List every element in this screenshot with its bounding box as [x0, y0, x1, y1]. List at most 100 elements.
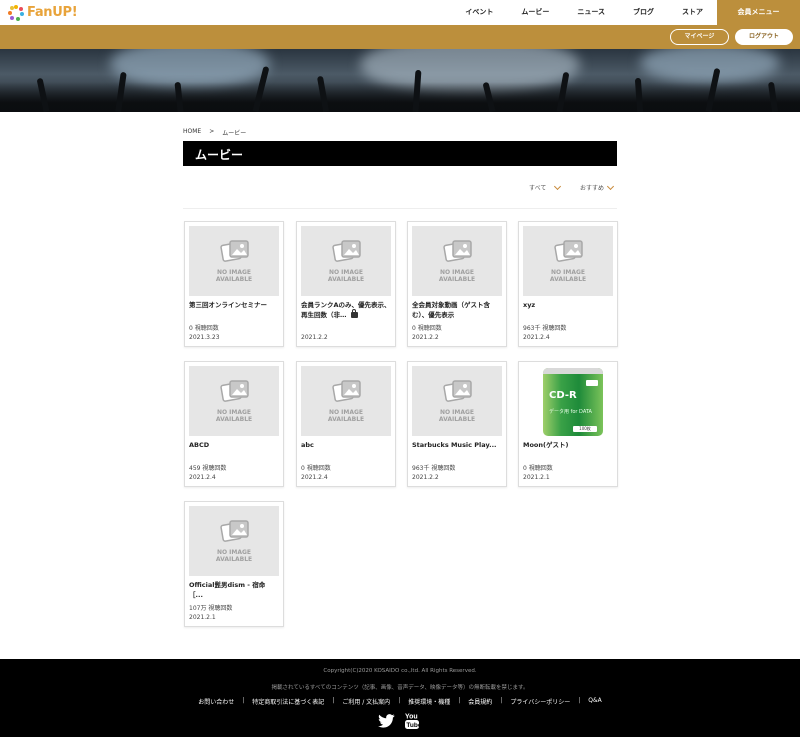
- movie-thumbnail: CD-R データ用 for DATA 100枚: [523, 366, 613, 436]
- movie-views: 0 視聴回数: [412, 325, 442, 332]
- mypage-button[interactable]: マイページ: [670, 29, 729, 45]
- footer-link-qa[interactable]: Q&A: [588, 697, 602, 706]
- no-image-line1: NO IMAGE: [216, 269, 252, 276]
- movie-thumbnail: NO IMAGE AVAILABLE: [412, 226, 502, 296]
- no-image-line2: AVAILABLE: [438, 416, 476, 423]
- movie-date: 2021.2.4: [189, 474, 216, 481]
- movie-date: 2021.2.1: [189, 614, 216, 621]
- footer-link-terms[interactable]: 会員規約: [468, 697, 492, 706]
- movie-date: 2021.3.23: [189, 334, 220, 341]
- footer-link-separator: |: [398, 697, 401, 704]
- movie-card[interactable]: NO IMAGE AVAILABLE 会員ランクAのみ、優先表示、再生回数（非… 20…: [296, 221, 396, 347]
- no-image-line1: NO IMAGE: [550, 269, 586, 276]
- movie-thumbnail: NO IMAGE AVAILABLE: [412, 366, 502, 436]
- nav-item-news[interactable]: ニュース: [563, 0, 619, 25]
- no-image-text: NO IMAGE AVAILABLE: [523, 269, 613, 283]
- no-image-line2: AVAILABLE: [215, 416, 253, 423]
- no-image-line2: AVAILABLE: [327, 416, 365, 423]
- svg-text:Tube: Tube: [406, 722, 419, 729]
- movie-views: 107万 視聴回数: [189, 605, 233, 612]
- main-nav: イベント ムービー ニュース ブログ ストア 会員メニュー: [451, 0, 800, 25]
- footer-link-privacy[interactable]: プライバシーポリシー: [510, 697, 570, 706]
- no-image-line2: AVAILABLE: [327, 276, 365, 283]
- movie-title-text: xyz: [523, 301, 536, 309]
- footer-link-guide[interactable]: ご利用 / 文払案内: [342, 697, 390, 706]
- no-image-icon: [554, 240, 583, 262]
- movie-views: 0 視聴回数: [523, 465, 553, 472]
- youtube-icon[interactable]: You Tube: [405, 712, 419, 729]
- cdr-text: データ用 for DATA: [549, 409, 592, 415]
- movie-title: Starbucks Music Play...: [412, 440, 502, 450]
- movie-title-text: Starbucks Music Play...: [412, 441, 497, 449]
- movie-card[interactable]: NO IMAGE AVAILABLE 第三回オンラインセミナー 0 視聴回数 2021.…: [184, 221, 284, 347]
- movie-title: Official髭男dism - 宿命［...: [189, 580, 279, 600]
- movie-date: 2021.2.2: [301, 334, 328, 341]
- breadcrumb-home[interactable]: HOME: [183, 128, 201, 137]
- movie-card[interactable]: CD-R データ用 for DATA 100枚 Moon(ゲスト) 0 視聴回数 2021…: [518, 361, 618, 487]
- cdr-product-image: CD-R データ用 for DATA 100枚: [543, 368, 603, 436]
- category-filter[interactable]: すべて: [529, 182, 562, 192]
- social-links: You Tube: [378, 712, 419, 729]
- movie-card[interactable]: NO IMAGE AVAILABLE 全会員対象動画（ゲスト含む）、優先表示 0 視聴…: [407, 221, 507, 347]
- footer-links: お問い合わせ | 特定商取引法に基づく表記 | ご利用 / 文払案内 | 推奨環…: [0, 697, 800, 706]
- movie-title-text: Moon(ゲスト): [523, 441, 569, 449]
- footer-link-separator: |: [242, 697, 245, 704]
- movie-title-text: Official髭男dism - 宿命［...: [189, 581, 266, 599]
- logo[interactable]: FanUP!: [8, 4, 78, 21]
- movie-views: 0 視聴回数: [301, 465, 331, 472]
- movie-title-text: abc: [301, 441, 314, 449]
- no-image-text: NO IMAGE AVAILABLE: [189, 549, 279, 563]
- copyright: Copyright(C)2020 KOSAIDO co.,ltd. All Ri…: [323, 668, 477, 674]
- movie-thumbnail: NO IMAGE AVAILABLE: [189, 366, 279, 436]
- movie-thumbnail: NO IMAGE AVAILABLE: [189, 506, 279, 576]
- movie-title-text: 全会員対象動画（ゲスト含む）、優先表示: [412, 301, 490, 319]
- movie-card[interactable]: NO IMAGE AVAILABLE xyz 963千 視聴回数 2021.2.4: [518, 221, 618, 347]
- footer-link-separator: |: [500, 697, 503, 704]
- sort-filter[interactable]: おすすめ: [580, 182, 615, 192]
- movie-title: ABCD: [189, 440, 279, 450]
- footer-link-tokushoho[interactable]: 特定商取引法に基づく表記: [252, 697, 324, 706]
- no-image-line1: NO IMAGE: [328, 409, 364, 416]
- svg-text:You: You: [405, 714, 418, 721]
- no-image-line2: AVAILABLE: [215, 556, 253, 563]
- logo-mark-icon: [8, 4, 24, 21]
- copyright-notice: 掲載されているすべてのコンテンツ（記事、画像、音声データ、映像データ等）の無断転…: [271, 685, 529, 691]
- no-image-line1: NO IMAGE: [439, 409, 475, 416]
- movie-card[interactable]: NO IMAGE AVAILABLE abc 0 視聴回数 2021.2.4: [296, 361, 396, 487]
- movie-title-text: 第三回オンラインセミナー: [189, 301, 267, 309]
- movie-date: 2021.2.1: [523, 474, 550, 481]
- no-image-text: NO IMAGE AVAILABLE: [301, 269, 391, 283]
- movie-views: 459 視聴回数: [189, 465, 227, 472]
- nav-item-blog[interactable]: ブログ: [619, 0, 668, 25]
- movie-card[interactable]: NO IMAGE AVAILABLE ABCD 459 視聴回数 2021.2.4: [184, 361, 284, 487]
- page-title-bar: ムービー: [183, 141, 617, 166]
- movie-title: abc: [301, 440, 391, 450]
- movie-title: 会員ランクAのみ、優先表示、再生回数（非…: [301, 300, 391, 320]
- no-image-line2: AVAILABLE: [438, 276, 476, 283]
- nav-item-movie[interactable]: ムービー: [507, 0, 563, 25]
- movie-card[interactable]: NO IMAGE AVAILABLE Starbucks Music Play...…: [407, 361, 507, 487]
- movie-date: 2021.2.2: [412, 334, 439, 341]
- footer-link-contact[interactable]: お問い合わせ: [198, 697, 234, 706]
- member-subbar: マイページ ログアウト: [0, 25, 800, 49]
- lock-icon: [350, 309, 358, 318]
- no-image-text: NO IMAGE AVAILABLE: [189, 269, 279, 283]
- member-menu-button[interactable]: 会員メニュー: [717, 0, 800, 25]
- movie-title: 全会員対象動画（ゲスト含む）、優先表示: [412, 300, 502, 320]
- nav-item-store[interactable]: ストア: [668, 0, 717, 25]
- breadcrumb-current: ムービー: [222, 130, 247, 137]
- movie-card[interactable]: NO IMAGE AVAILABLE Official髭男dism - 宿命［...…: [184, 501, 284, 627]
- no-image-icon: [220, 240, 249, 262]
- no-image-line2: AVAILABLE: [215, 276, 253, 283]
- logout-button[interactable]: ログアウト: [735, 29, 793, 45]
- footer-link-separator: |: [578, 697, 581, 704]
- no-image-icon: [220, 380, 249, 402]
- no-image-line1: NO IMAGE: [439, 269, 475, 276]
- movie-views: 963千 視聴回数: [412, 465, 456, 472]
- hero-banner: [0, 49, 800, 112]
- twitter-icon[interactable]: [378, 713, 395, 728]
- footer-link-environment[interactable]: 推奨環境・機種: [408, 697, 450, 706]
- logo-text: FanUP!: [27, 5, 78, 20]
- nav-item-event[interactable]: イベント: [451, 0, 507, 25]
- no-image-line2: AVAILABLE: [549, 276, 587, 283]
